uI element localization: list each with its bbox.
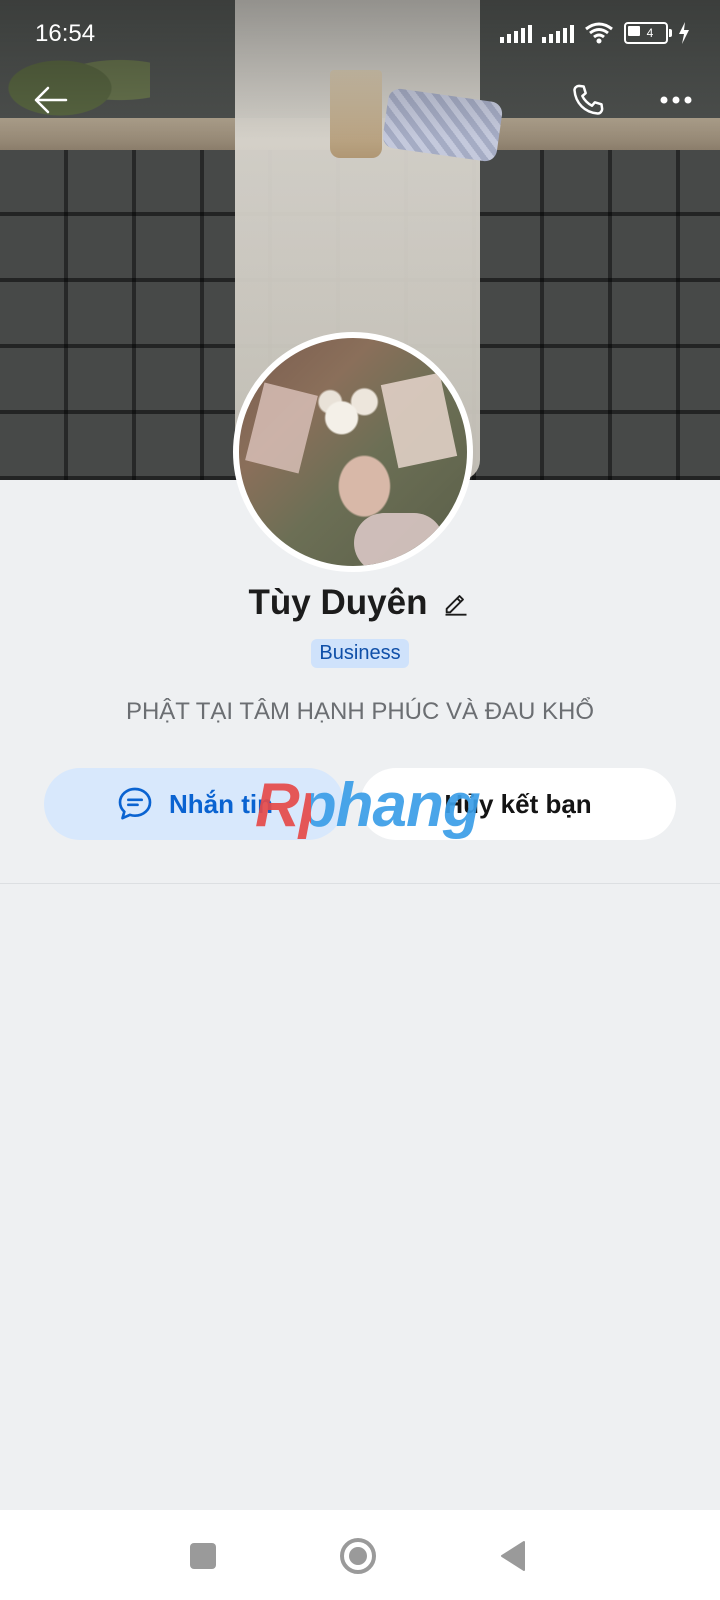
avatar-sleeve: [354, 513, 444, 566]
back-button[interactable]: [22, 72, 78, 128]
message-button-label: Nhắn tin: [169, 788, 273, 819]
back-arrow-icon: [34, 86, 68, 114]
phone-icon: [573, 84, 604, 115]
more-options-button[interactable]: [648, 72, 704, 128]
unfriend-button-label: Hủy kết bạn: [444, 788, 592, 819]
divider: [0, 883, 720, 884]
message-button[interactable]: Nhắn tin: [44, 768, 344, 840]
signal-icon: [500, 23, 532, 43]
name-row: Tùy Duyên: [0, 578, 720, 628]
status-time: 16:54: [35, 20, 96, 47]
battery-level: 4: [646, 26, 654, 40]
home-button[interactable]: [330, 1528, 386, 1584]
avatar[interactable]: [233, 332, 473, 572]
status-bar: 16:54 4: [0, 0, 720, 70]
status-icons: 4: [500, 22, 690, 44]
more-icon: [660, 96, 692, 104]
system-nav-bar: [0, 1510, 720, 1600]
charging-icon: [679, 22, 689, 44]
battery-icon: 4: [624, 22, 672, 44]
call-button[interactable]: [560, 72, 616, 128]
avatar-paper: [380, 372, 458, 469]
signal-icon: [542, 23, 574, 43]
recent-apps-icon: [190, 1543, 216, 1569]
profile-bio: PHẬT TẠI TÂM HẠNH PHÚC VÀ ĐAU KHỔ: [125, 698, 595, 725]
edit-name-button[interactable]: [441, 588, 471, 618]
unfriend-button[interactable]: Hủy kết bạn: [360, 768, 676, 840]
back-icon: [501, 1541, 525, 1571]
business-badge: Business: [311, 639, 409, 668]
pencil-icon: [445, 595, 467, 616]
wifi-icon: [585, 22, 613, 44]
chat-bubble-icon: [118, 787, 152, 820]
system-back-button[interactable]: [485, 1528, 541, 1584]
profile-name: Tùy Duyên: [248, 583, 428, 622]
recent-apps-button[interactable]: [175, 1528, 231, 1584]
avatar-paper: [245, 382, 318, 474]
badge-row: Business: [0, 639, 720, 668]
home-icon: [340, 1538, 376, 1574]
